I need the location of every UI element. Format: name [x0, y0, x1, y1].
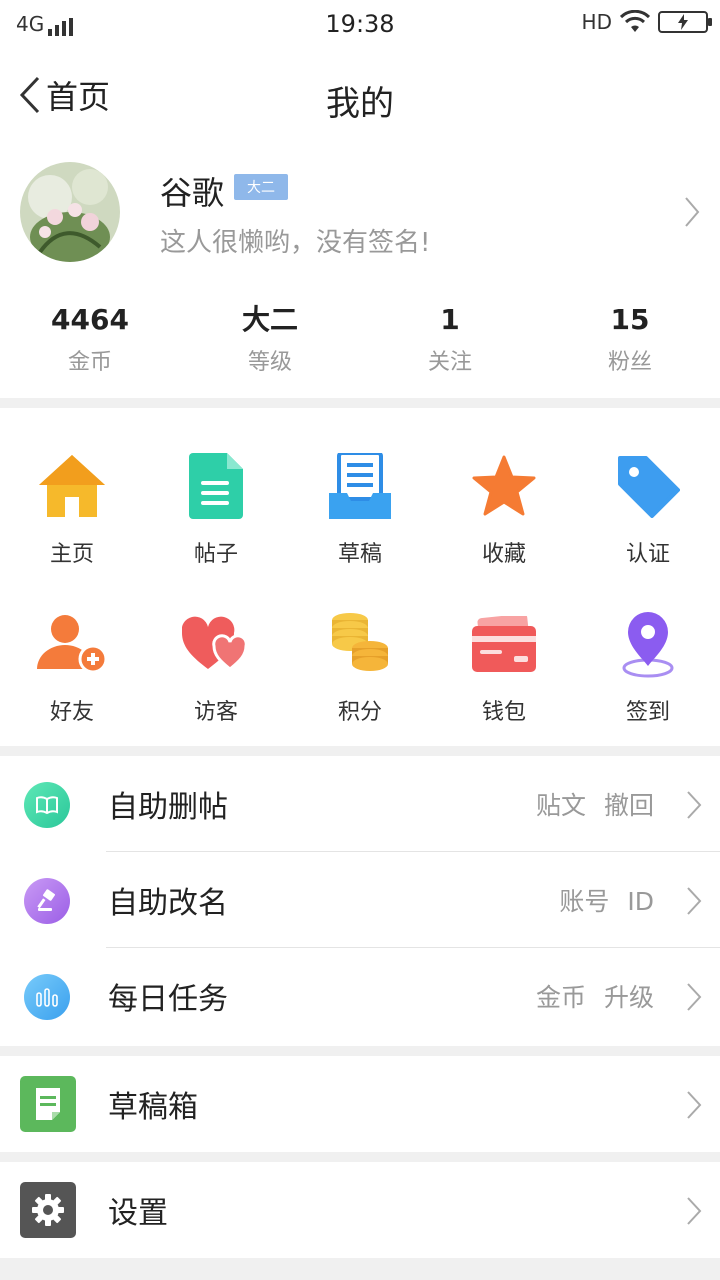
- settings-list: 设置: [0, 1162, 720, 1258]
- book-icon: [24, 782, 70, 828]
- add-friend-icon: [32, 604, 112, 684]
- list-item-daily-tasks[interactable]: 每日任务 金币 升级: [0, 948, 720, 1044]
- grid-item-wallet[interactable]: 钱包: [432, 604, 576, 726]
- grid-item-posts[interactable]: 帖子: [144, 446, 288, 568]
- grid-label: 签到: [625, 700, 670, 725]
- bar-chart-icon: [24, 974, 70, 1020]
- user-name: 谷歌: [160, 174, 225, 212]
- document-icon: [176, 446, 256, 526]
- service-list: 自助删帖 贴文 撤回 自助改名 账号 ID 每日任务 金币 升级: [0, 756, 720, 1046]
- level-badge: 大二: [234, 174, 288, 200]
- list-item-label: 每日任务: [108, 982, 228, 1017]
- charging-battery-icon: [658, 11, 712, 33]
- gavel-icon: [24, 878, 70, 924]
- hd-indicator: HD: [581, 10, 612, 34]
- list-item-hint: 账号 ID: [559, 887, 654, 916]
- list-item-hint: 金币 升级: [536, 983, 654, 1012]
- draft-tray-icon: [320, 446, 400, 526]
- hearts-icon: [176, 604, 256, 684]
- stat-label: 关注: [427, 350, 472, 375]
- grid-item-verify[interactable]: 认证: [576, 446, 720, 568]
- grid-item-visitors[interactable]: 访客: [144, 604, 288, 726]
- chevron-right-icon: [687, 887, 702, 915]
- stat-value: 15: [610, 303, 650, 336]
- grid-label: 积分: [337, 700, 382, 725]
- tag-icon: [608, 446, 688, 526]
- chevron-right-icon: [687, 1197, 702, 1225]
- list-item-self-delete[interactable]: 自助删帖 贴文 撤回: [0, 756, 720, 852]
- grid-label: 好友: [49, 700, 94, 725]
- list-item-drafts-box[interactable]: 草稿箱: [0, 1056, 720, 1152]
- chevron-right-icon: [687, 1091, 702, 1119]
- stat-label: 等级: [247, 350, 292, 375]
- grid-item-drafts[interactable]: 草稿: [288, 446, 432, 568]
- stat-value: 1: [440, 303, 460, 336]
- list-item-label: 设置: [108, 1196, 168, 1231]
- list-item-self-rename[interactable]: 自助改名 账号 ID: [0, 852, 720, 948]
- grid-item-home[interactable]: 主页: [0, 446, 144, 568]
- stat-label: 金币: [67, 350, 112, 375]
- grid-label: 草稿: [337, 542, 382, 567]
- chevron-right-icon: [687, 791, 702, 819]
- grid-label: 帖子: [193, 542, 238, 567]
- list-item-label: 草稿箱: [108, 1090, 198, 1125]
- grid-label: 收藏: [481, 542, 526, 567]
- wifi-icon: [620, 10, 650, 32]
- avatar[interactable]: [20, 162, 120, 262]
- profile-card: 谷歌 大二 这人很懒哟，没有签名! 4464 金币 大二 等级 1 关注 15 …: [0, 150, 720, 398]
- wallet-icon: [464, 604, 544, 684]
- list-item-label: 自助删帖: [108, 790, 228, 825]
- list-item-label: 自助改名: [108, 886, 228, 921]
- star-icon: [464, 446, 544, 526]
- user-signature: 这人很懒哟，没有签名!: [160, 228, 431, 258]
- list-item-hint: 贴文 撤回: [536, 791, 654, 820]
- stat-label: 粉丝: [607, 350, 652, 375]
- feature-grid: 主页 帖子 草稿 收藏 认证 好友 访客 积分 钱包 签到: [0, 408, 720, 746]
- page-title: 我的: [326, 84, 394, 124]
- coins-icon: [320, 604, 400, 684]
- stat-level[interactable]: 大二 等级: [180, 300, 360, 376]
- status-bar: 4G 19:38 HD: [0, 0, 720, 50]
- list-item-settings[interactable]: 设置: [0, 1162, 720, 1258]
- stat-coins[interactable]: 4464 金币: [0, 300, 180, 376]
- chevron-right-icon[interactable]: [684, 196, 700, 228]
- grid-label: 认证: [625, 542, 670, 567]
- drafts-list: 草稿箱: [0, 1056, 720, 1152]
- stat-fans[interactable]: 15 粉丝: [540, 300, 720, 376]
- grid-item-points[interactable]: 积分: [288, 604, 432, 726]
- grid-item-favorites[interactable]: 收藏: [432, 446, 576, 568]
- stat-following[interactable]: 1 关注: [360, 300, 540, 376]
- grid-item-checkin[interactable]: 签到: [576, 604, 720, 726]
- grid-label: 钱包: [481, 700, 526, 725]
- gear-icon: [20, 1182, 76, 1238]
- location-pin-icon: [608, 604, 688, 684]
- home-icon: [32, 446, 112, 526]
- stats-bar: 4464 金币 大二 等级 1 关注 15 粉丝: [0, 300, 720, 376]
- note-icon: [20, 1076, 76, 1132]
- grid-label: 主页: [49, 542, 94, 567]
- stat-value: 大二: [241, 303, 298, 336]
- chevron-right-icon: [687, 983, 702, 1011]
- grid-label: 访客: [193, 700, 238, 725]
- nav-bar: 首页 我的: [0, 50, 720, 150]
- stat-value: 4464: [51, 303, 129, 336]
- grid-item-friends[interactable]: 好友: [0, 604, 144, 726]
